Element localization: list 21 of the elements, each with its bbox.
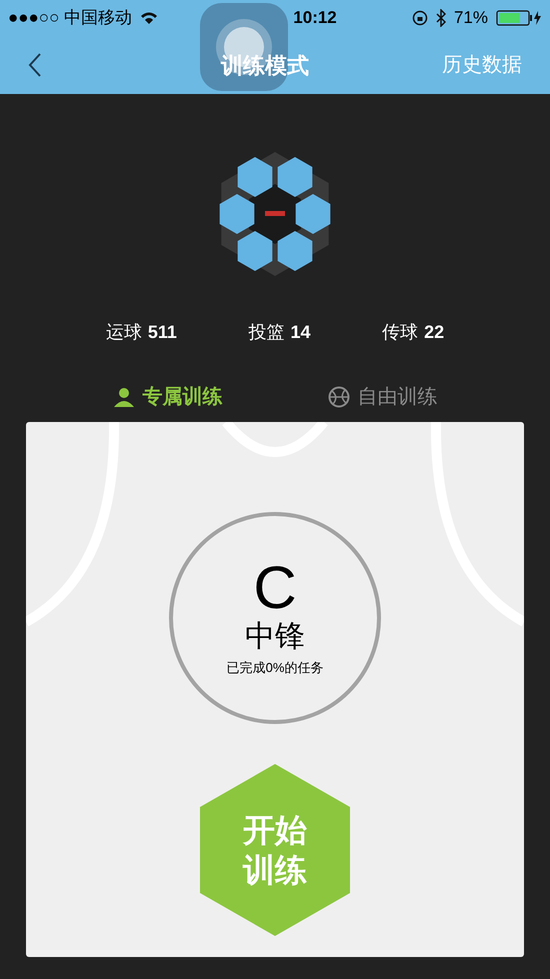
battery-percent: 71% (454, 7, 488, 30)
position-name: 中锋 (245, 619, 305, 656)
rotation-lock-icon (412, 10, 428, 26)
stat-value: 14 (290, 321, 311, 344)
clock-time: 10:12 (293, 7, 337, 30)
wifi-icon (140, 11, 158, 25)
basketball-icon (328, 386, 350, 408)
assistive-touch-button[interactable] (200, 3, 288, 91)
battery-charging-icon (496, 10, 542, 26)
training-tab[interactable]: 专属训练 (112, 382, 222, 412)
stat-label: 运球 (106, 321, 142, 344)
training-tab[interactable]: 自由训练 (328, 382, 438, 412)
stat-value: 22 (424, 321, 444, 344)
task-progress-text: 已完成0%的任务 (226, 659, 324, 678)
stat-value: 511 (148, 321, 177, 344)
grade-letter: C (253, 558, 297, 618)
stat-label: 传球 (382, 321, 418, 344)
person-icon (112, 386, 134, 408)
carrier-label: ●●●○○ 中国移动 (8, 7, 132, 30)
bluetooth-icon (436, 9, 446, 27)
stat-label: 投篮 (248, 321, 284, 344)
